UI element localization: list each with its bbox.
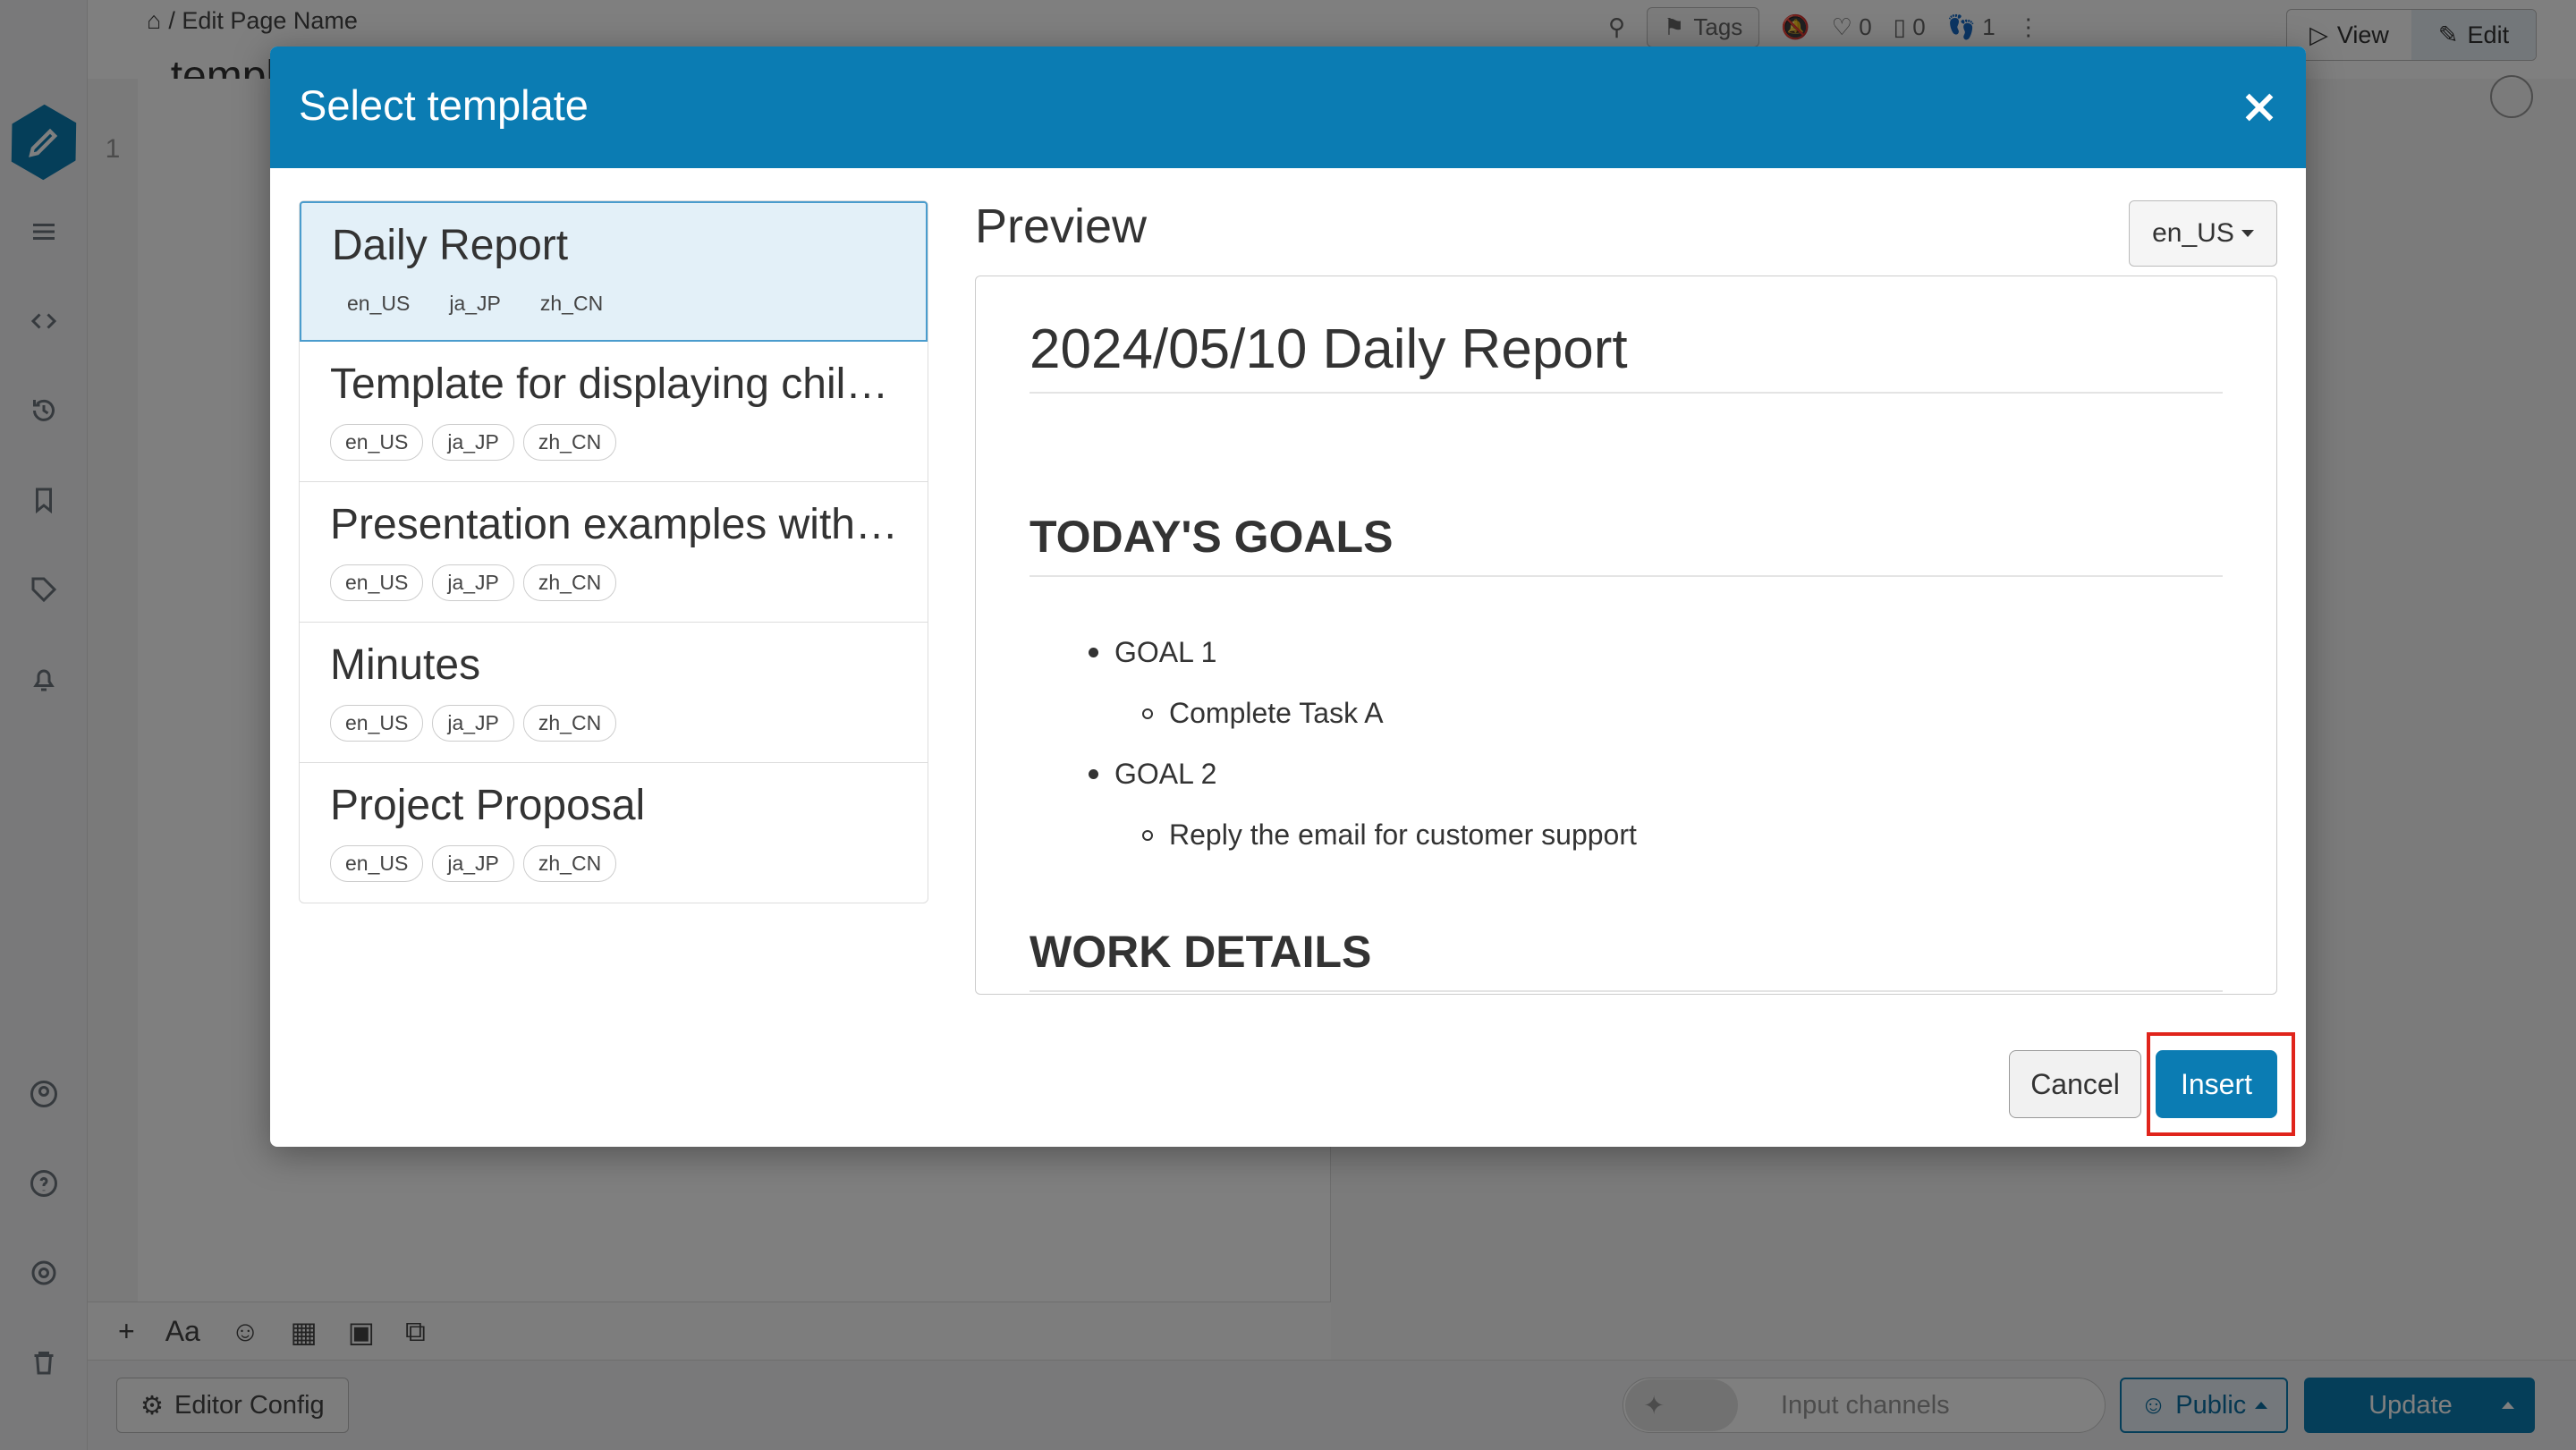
template-item-minutes[interactable]: Minutes en_US ja_JP zh_CN — [300, 623, 928, 763]
cancel-button[interactable]: Cancel — [2009, 1050, 2141, 1118]
lang-badge: ja_JP — [432, 424, 514, 461]
lang-badge: zh_CN — [539, 292, 604, 315]
template-item-daily-report[interactable]: Daily Report en_US ja_JP zh_CN — [300, 201, 928, 342]
preview-list-item: Reply the email for customer support — [1142, 818, 1637, 852]
close-icon — [2245, 93, 2274, 122]
bullet — [1089, 648, 1098, 657]
select-template-modal: Select template Daily Report en_US ja_JP… — [270, 47, 2306, 1147]
template-item-project-proposal[interactable]: Project Proposal en_US ja_JP zh_CN — [300, 763, 928, 903]
lang-badge: en_US — [330, 424, 424, 461]
preview-h1: 2024/05/10 Daily Report — [1030, 318, 2223, 394]
bullet — [1142, 829, 1153, 841]
lang-badge: en_US — [330, 705, 424, 742]
lang-badge: ja_JP — [432, 845, 514, 882]
lang-badge: en_US — [330, 564, 424, 601]
lang-badge: zh_CN — [522, 705, 617, 742]
template-list: Daily Report en_US ja_JP zh_CN Template … — [299, 200, 928, 903]
template-item-presentation[interactable]: Presentation examples with ... en_US ja_… — [300, 482, 928, 623]
bullet — [1089, 769, 1098, 779]
template-item-child-pages[interactable]: Template for displaying child... en_US j… — [300, 342, 928, 482]
template-name: Project Proposal — [330, 782, 646, 829]
lang-badge: en_US — [347, 292, 411, 315]
preview-h2-goals: TODAY'S GOALS — [1030, 511, 2223, 577]
preview-list-item: Complete Task A — [1142, 697, 1384, 730]
template-name: Minutes — [330, 641, 481, 689]
preview-h2-work: WORK DETAILS — [1030, 926, 2223, 992]
lang-badge: zh_CN — [522, 564, 617, 601]
caret-down-icon — [2241, 230, 2254, 237]
lang-badge: zh_CN — [522, 424, 617, 461]
lang-badge: en_US — [330, 845, 424, 882]
locale-value: en_US — [2152, 218, 2234, 248]
preview-list-item: GOAL 2 — [1089, 758, 1216, 791]
close-button[interactable] — [2238, 86, 2281, 129]
insert-highlight-box — [2147, 1032, 2295, 1136]
lang-badge: ja_JP — [449, 292, 501, 315]
lang-badge: zh_CN — [522, 845, 617, 882]
bullet — [1142, 708, 1153, 719]
locale-dropdown[interactable]: en_US — [2129, 200, 2277, 267]
list-text: GOAL 2 — [1114, 758, 1217, 790]
template-name: Presentation examples with ... — [330, 501, 902, 548]
preview-list-item: GOAL 1 — [1089, 636, 1216, 669]
template-name: Daily Report — [332, 222, 569, 269]
template-name: Template for displaying child... — [330, 360, 902, 408]
list-text: GOAL 1 — [1114, 636, 1217, 668]
modal-title: Select template — [299, 81, 589, 129]
lang-badge: ja_JP — [432, 564, 514, 601]
template-preview: 2024/05/10 Daily Report TODAY'S GOALS GO… — [975, 276, 2277, 995]
lang-badge: ja_JP — [432, 705, 514, 742]
list-text: Reply the email for customer support — [1169, 818, 1637, 851]
list-text: Complete Task A — [1169, 697, 1384, 729]
preview-heading: Preview — [975, 199, 1148, 253]
